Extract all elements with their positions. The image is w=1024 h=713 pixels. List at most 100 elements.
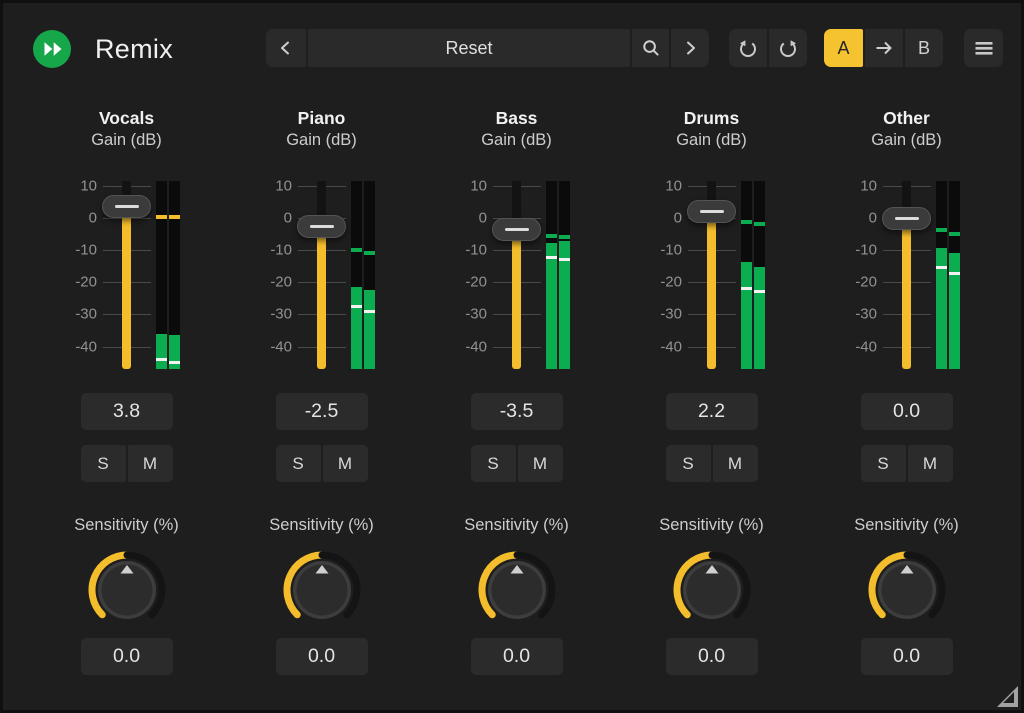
chevron-left-icon <box>276 38 296 58</box>
scale-tick-label: 10 <box>55 178 97 195</box>
gain-slider-handle[interactable] <box>297 215 346 238</box>
scale-tick-label: 10 <box>250 178 292 195</box>
mute-button[interactable]: M <box>713 445 758 482</box>
preset-next-button[interactable] <box>671 29 709 67</box>
copy-a-to-b-button[interactable] <box>865 29 903 67</box>
gain-slider-handle[interactable] <box>102 195 151 218</box>
meter-avg-mark <box>169 361 180 364</box>
sensitivity-label: Sensitivity (%) <box>854 514 959 536</box>
meter-fill <box>364 290 375 369</box>
solo-mute-row: S M <box>666 445 758 482</box>
sensitivity-knob[interactable] <box>88 551 166 629</box>
preset-prev-button[interactable] <box>266 29 306 67</box>
scale-tick-label: 0 <box>55 210 97 227</box>
solo-button[interactable]: S <box>471 445 516 482</box>
sensitivity-label: Sensitivity (%) <box>74 514 179 536</box>
ab-compare-controls: A B <box>824 29 943 67</box>
slider-track-fill <box>317 226 326 369</box>
gain-slider-handle[interactable] <box>492 218 541 241</box>
level-meter <box>741 181 765 369</box>
gain-slider-handle[interactable] <box>687 200 736 223</box>
gain-slider-handle[interactable] <box>882 207 931 230</box>
undo-button[interactable] <box>729 29 767 67</box>
preset-b-button[interactable]: B <box>905 29 943 67</box>
channel-title: Vocals <box>99 107 154 129</box>
scale-tick-label: 10 <box>640 178 682 195</box>
scale-tick-label: -10 <box>835 242 877 259</box>
meter-avg-mark <box>754 290 765 293</box>
level-meter <box>936 181 960 369</box>
preset-a-button[interactable]: A <box>824 29 863 67</box>
slider-track-fill <box>902 218 911 369</box>
scale-tick-label: -40 <box>55 339 97 356</box>
redo-icon <box>777 37 799 59</box>
scale-tick-label: -10 <box>445 242 487 259</box>
level-meter <box>156 181 180 369</box>
sensitivity-knob[interactable] <box>868 551 946 629</box>
solo-button[interactable]: S <box>81 445 126 482</box>
gain-label: Gain (dB) <box>481 129 552 151</box>
sensitivity-knob[interactable] <box>673 551 751 629</box>
sensitivity-value-box[interactable]: 0.0 <box>471 638 563 675</box>
meter-avg-mark <box>936 266 947 269</box>
solo-mute-row: S M <box>861 445 953 482</box>
solo-button[interactable]: S <box>861 445 906 482</box>
preset-bar: Reset <box>266 29 709 67</box>
scale-tick-label: -20 <box>445 274 487 291</box>
meter-avg-mark <box>949 272 960 275</box>
menu-button[interactable] <box>964 29 1003 67</box>
mute-button[interactable]: M <box>518 445 563 482</box>
gain-value-box[interactable]: -2.5 <box>276 393 368 430</box>
solo-mute-row: S M <box>471 445 563 482</box>
sensitivity-value-box[interactable]: 0.0 <box>666 638 758 675</box>
meter-fill <box>741 262 752 369</box>
scale-tick-label: 0 <box>640 210 682 227</box>
preset-name: Reset <box>445 38 492 59</box>
sensitivity-value-box[interactable]: 0.0 <box>276 638 368 675</box>
channel-title: Other <box>883 107 930 129</box>
resize-handle[interactable] <box>997 686 1018 707</box>
redo-button[interactable] <box>769 29 807 67</box>
mute-button[interactable]: M <box>128 445 173 482</box>
preset-search-button[interactable] <box>632 29 669 67</box>
scale-tick-label: -40 <box>445 339 487 356</box>
scale-tick-label: 10 <box>835 178 877 195</box>
slider-track-fill <box>512 229 521 369</box>
main-menu <box>964 29 1003 67</box>
meter-bar-right <box>559 181 570 369</box>
meter-bar-left <box>936 181 947 369</box>
scale-tick-label: 0 <box>250 210 292 227</box>
meter-bar-right <box>949 181 960 369</box>
gain-slider-area: 100-10-20-30-40 <box>224 181 419 371</box>
undo-icon <box>737 37 759 59</box>
solo-button[interactable]: S <box>276 445 321 482</box>
gain-value-box[interactable]: -3.5 <box>471 393 563 430</box>
gain-slider-area: 100-10-20-30-40 <box>809 181 1004 371</box>
mute-button[interactable]: M <box>908 445 953 482</box>
scale-tick-label: 0 <box>835 210 877 227</box>
sensitivity-knob[interactable] <box>478 551 556 629</box>
sensitivity-value-box[interactable]: 0.0 <box>861 638 953 675</box>
gain-value-box[interactable]: 3.8 <box>81 393 173 430</box>
meter-peak-mark <box>546 234 557 238</box>
meter-peak-mark <box>936 228 947 232</box>
meter-bar-left <box>741 181 752 369</box>
meter-fill <box>156 334 167 369</box>
sensitivity-value-box[interactable]: 0.0 <box>81 638 173 675</box>
scale-tick-label: -10 <box>55 242 97 259</box>
scale-tick-label: -20 <box>640 274 682 291</box>
scale-tick-label: -30 <box>445 306 487 323</box>
gain-value-box[interactable]: 2.2 <box>666 393 758 430</box>
gain-label: Gain (dB) <box>91 129 162 151</box>
hamburger-icon <box>974 38 994 58</box>
solo-button[interactable]: S <box>666 445 711 482</box>
slider-track-fill <box>122 206 131 369</box>
preset-name-field[interactable]: Reset <box>308 29 630 67</box>
sensitivity-knob[interactable] <box>283 551 361 629</box>
channel-title: Bass <box>496 107 538 129</box>
scale-tick-label: -20 <box>55 274 97 291</box>
mute-button[interactable]: M <box>323 445 368 482</box>
channel-strip: Drums Gain (dB) 100-10-20-30-40 <box>614 107 809 675</box>
gain-value-box[interactable]: 0.0 <box>861 393 953 430</box>
channel-strip: Piano Gain (dB) 100-10-20-30-40 <box>224 107 419 675</box>
